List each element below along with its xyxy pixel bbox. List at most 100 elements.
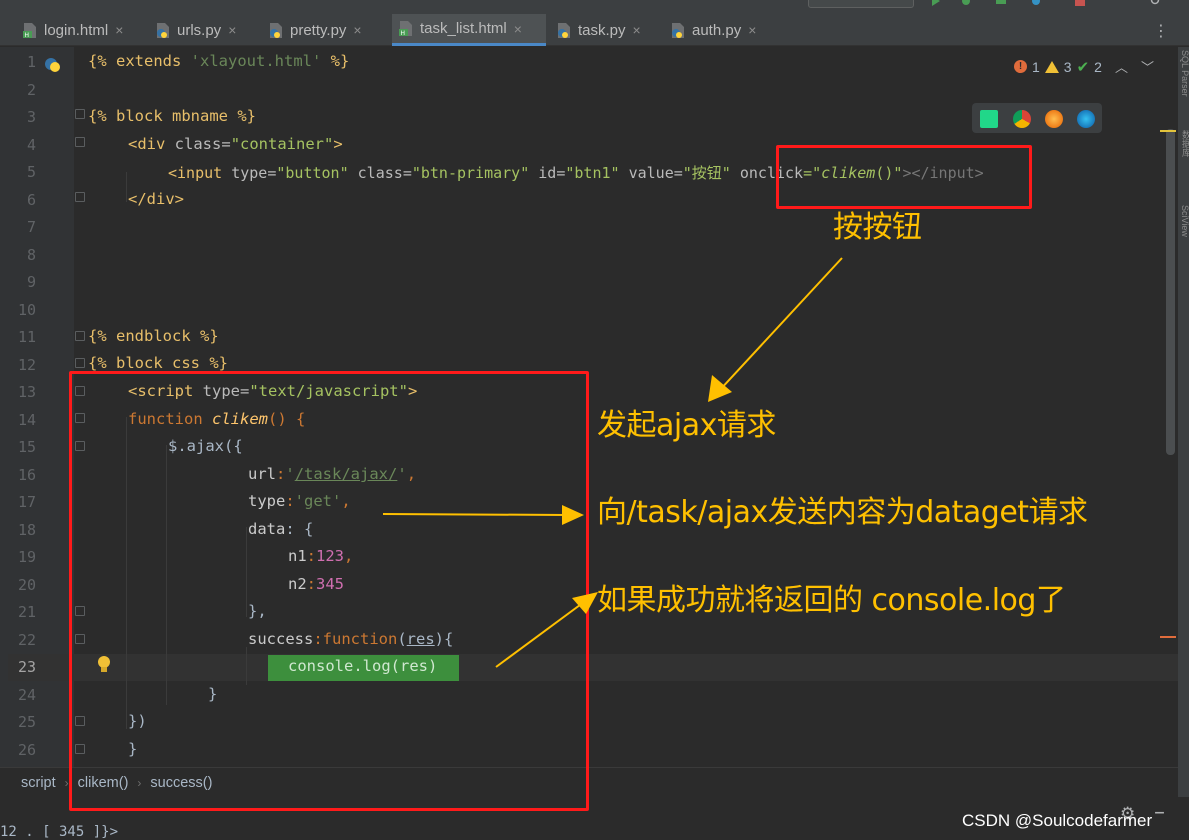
error-marker[interactable] [1160,636,1176,638]
chrome-icon[interactable] [1013,110,1031,128]
line-number: 5 [26,163,36,181]
side-tool-sciview[interactable]: SciView [1180,205,1189,237]
chevron-down-icon[interactable]: ﹀ [1141,57,1154,76]
fold-marker[interactable] [75,358,85,368]
tab-auth-py[interactable]: auth.py × [664,14,778,46]
tab-label: urls.py [177,21,222,39]
breadcrumb-item[interactable]: script [21,775,56,791]
code-line-1: {% extends 'xlayout.html' %} [88,52,350,70]
side-tool-database[interactable]: 数据库 [1180,130,1189,157]
minimize-icon[interactable]: – [1154,800,1165,825]
console-output-line: 12 . [ 345 ]}> [0,824,119,840]
watermark: CSDN @Soulcodefarmer [962,811,1153,830]
tab-urls-py[interactable]: urls.py × [149,14,261,46]
warning-marker[interactable] [1160,130,1176,132]
svg-text:H: H [25,32,30,39]
vertical-scrollbar[interactable] [1166,129,1175,455]
close-icon[interactable]: × [115,22,123,38]
line-number: 6 [26,190,36,209]
python-file-icon [558,22,570,38]
pycharm-icon[interactable] [980,110,998,128]
coverage-icon[interactable] [995,0,1007,6]
python-file-icon [672,22,684,38]
code-line-12: {% block css %} [88,354,228,372]
close-icon[interactable]: × [633,22,641,38]
chevron-up-icon[interactable]: ︿ [1115,57,1128,76]
tab-label: login.html [44,21,109,39]
close-icon[interactable]: × [228,22,236,38]
tab-label: task.py [578,21,626,39]
line-number: 19 [17,548,36,566]
tab-label: auth.py [692,21,742,39]
line-number: 4 [26,135,36,154]
weak-warning-count: 2 [1094,58,1102,75]
firefox-icon[interactable] [1045,110,1063,128]
run-toolbar [0,0,1189,14]
tab-label: pretty.py [290,21,347,39]
tab-pretty-py[interactable]: pretty.py × [262,14,386,46]
error-icon: ! [1014,60,1027,73]
fold-marker[interactable] [75,331,85,341]
code-line-3: {% block mbname %} [88,107,256,125]
close-icon[interactable]: × [514,21,522,37]
line-number: 7 [26,218,36,236]
annotation-console-log: 如果成功就将返回的 console.log了 [597,583,1066,618]
line-number: 26 [17,740,36,759]
line-number: 18 [17,520,36,539]
line-number: 2 [26,80,36,99]
line-number: 12 [17,355,36,374]
open-in-browser-bar [972,103,1102,133]
tab-login-html[interactable]: H login.html × [16,14,144,46]
line-number: 22 [17,630,36,649]
line-number: 14 [17,410,36,429]
fold-marker[interactable] [75,192,85,202]
line-number: 16 [17,465,36,484]
python-file-icon [270,22,282,38]
html-file-icon: H [399,21,412,37]
tab-menu-icon[interactable]: ⋮ [1153,21,1169,40]
code-line-11: {% endblock %} [88,327,219,345]
stop-icon[interactable] [1074,0,1086,6]
check-icon: ✔ [1076,58,1090,76]
line-number: 20 [17,575,36,594]
python-file-icon [157,22,169,38]
edge-icon[interactable] [1077,110,1095,128]
indent-guide [126,172,127,202]
tab-task-py[interactable]: task.py × [550,14,660,46]
tab-task-list-html[interactable]: H task_list.html × [392,14,546,46]
search-icon[interactable] [1150,0,1162,6]
line-number: 21 [17,603,36,621]
html-file-icon: H [23,22,36,39]
line-number: 10 [17,300,36,319]
annotation-box-onclick [776,145,1032,209]
code-line-6: </div> [128,190,184,208]
close-icon[interactable]: × [353,22,361,38]
inspection-widget[interactable]: ! 1 3 ✔ 2 ︿ ﹀ [1014,57,1159,76]
line-number: 25 [17,713,36,731]
profile-icon[interactable] [1030,0,1042,6]
annotation-get-request: 向/task/ajax发送内容为dataget请求 [597,495,1088,530]
line-number: 8 [26,245,36,264]
fold-marker[interactable] [75,109,85,119]
editor-tab-bar: H login.html × urls.py × pretty.py × H t… [0,14,1189,46]
side-tool-sql-parser[interactable]: SQL Parser [1180,50,1189,97]
run-icon[interactable] [930,0,942,6]
warning-count: 3 [1063,58,1072,75]
warning-icon [1044,60,1059,73]
run-configuration-select[interactable] [808,0,914,8]
line-number: 24 [17,685,36,704]
annotation-click-button: 按按钮 [833,210,922,245]
tab-label: task_list.html [420,20,507,37]
debug-icon[interactable] [960,0,972,6]
code-line-4: <div class="container"> [128,135,343,153]
close-icon[interactable]: × [748,22,756,38]
right-tool-strip [1178,47,1189,840]
line-number: 1 [26,53,36,71]
fold-marker[interactable] [75,137,85,147]
line-number: 3 [26,108,36,126]
line-number: 17 [17,493,36,511]
line-number: 13 [17,383,36,401]
svg-text:H: H [401,30,406,37]
line-number: 11 [17,328,36,346]
error-count: 1 [1032,58,1040,75]
